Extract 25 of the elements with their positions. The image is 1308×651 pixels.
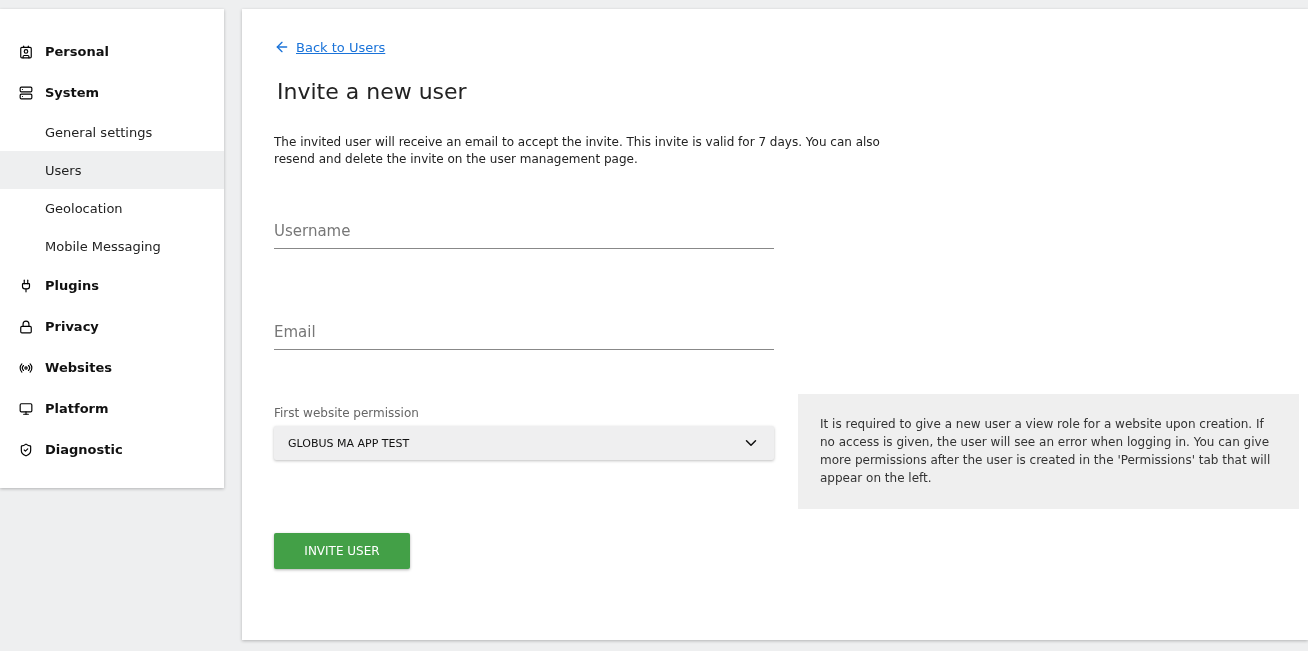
sidebar-item[interactable]: Users (0, 151, 224, 189)
sidebar-item[interactable]: General settings (0, 113, 224, 151)
person-icon (19, 44, 33, 59)
arrow-left-icon (274, 39, 290, 55)
sidebar-section[interactable]: Diagnostic (0, 429, 224, 470)
server-icon (19, 85, 33, 100)
sidebar-section[interactable]: Personal (0, 31, 224, 72)
sidebar-section[interactable]: System (0, 72, 224, 113)
info-note: It is required to give a new user a view role for a website upon creation. If no access is given, the user will see an error when logging in. You can give more permissions after the user is created in the 'Permissions' tab that will appear on the left. (798, 394, 1299, 509)
signal-icon (19, 360, 33, 375)
select-label: First website permission (274, 406, 420, 420)
back-link[interactable]: Back to Users (274, 39, 386, 55)
sidebar-section[interactable]: Privacy (0, 306, 224, 347)
permission-select[interactable]: GLOBUS MA APP TEST (274, 426, 774, 460)
sidebar-item[interactable]: Mobile Messaging (0, 227, 224, 265)
lock-icon (19, 319, 33, 334)
sidebar-section[interactable]: Platform (0, 388, 224, 429)
sidebar-section[interactable]: Websites (0, 347, 224, 388)
shield-check-icon (19, 442, 33, 457)
sidebar-item[interactable]: Geolocation (0, 189, 224, 227)
sidebar-section[interactable]: Plugins (0, 265, 224, 306)
description-text: The invited user will receive an email to accept the invite. This invite is valid for 7 days. You can also resend and delete the invite on the user management page. (274, 134, 881, 168)
plug-icon (19, 278, 33, 293)
page-title: Invite a new user (277, 79, 468, 104)
monitor-icon (19, 401, 33, 416)
